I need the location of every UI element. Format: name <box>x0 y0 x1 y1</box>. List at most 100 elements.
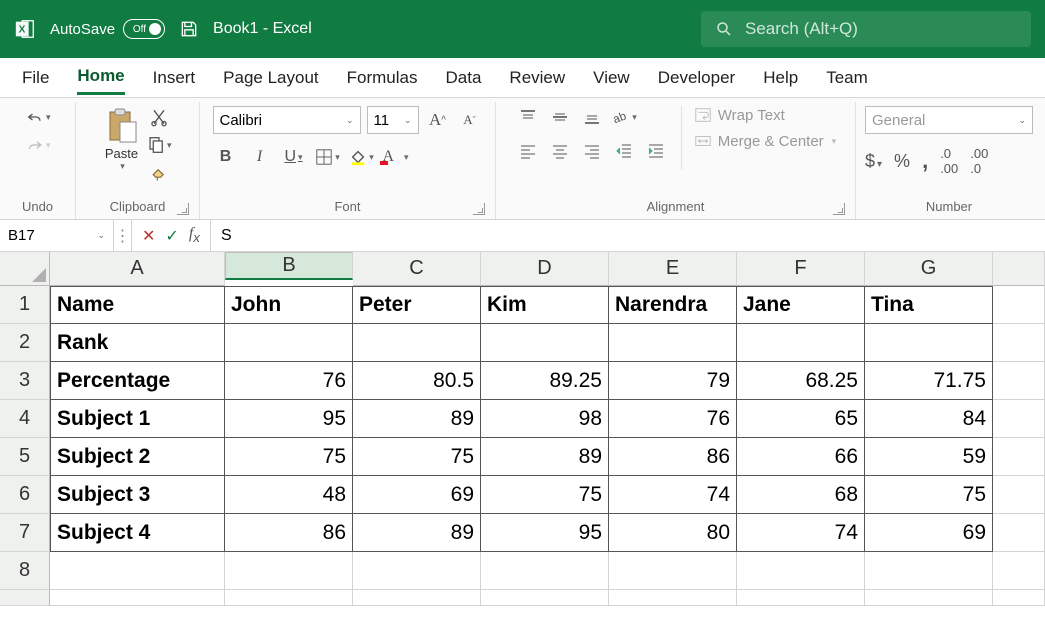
wrap-text-button[interactable]: Wrap Text <box>694 106 836 124</box>
paste-button[interactable]: Paste▾ <box>104 106 140 172</box>
font-size-select[interactable]: 11⌄ <box>367 106 419 134</box>
cell[interactable]: Rank <box>50 324 225 362</box>
cell[interactable] <box>481 552 609 590</box>
cell[interactable] <box>225 324 353 362</box>
italic-button[interactable]: I <box>247 146 273 168</box>
cell[interactable]: 80 <box>609 514 737 552</box>
cell[interactable]: 68 <box>737 476 865 514</box>
font-name-select[interactable]: Calibri⌄ <box>213 106 361 134</box>
tab-team[interactable]: Team <box>826 62 868 94</box>
increase-decimal-button[interactable]: .0.00 <box>940 146 958 176</box>
cell[interactable] <box>865 552 993 590</box>
tab-help[interactable]: Help <box>763 62 798 94</box>
cell[interactable]: 89 <box>353 400 481 438</box>
cell[interactable]: 74 <box>609 476 737 514</box>
cell[interactable]: Kim <box>481 286 609 324</box>
column-header-A[interactable]: A <box>50 252 225 286</box>
merge-center-button[interactable]: Merge & Center▾ <box>694 132 836 150</box>
cell[interactable] <box>865 324 993 362</box>
cell[interactable] <box>993 552 1045 590</box>
cell[interactable]: Subject 4 <box>50 514 225 552</box>
cell[interactable]: 95 <box>481 514 609 552</box>
align-top-button[interactable] <box>515 106 541 128</box>
cell[interactable] <box>993 476 1045 514</box>
cell[interactable]: 80.5 <box>353 362 481 400</box>
spreadsheet-grid[interactable]: 12345678 ABCDEFG NameJohnPeterKimNarendr… <box>0 252 1045 606</box>
cell[interactable] <box>865 590 993 606</box>
cell[interactable]: 76 <box>609 400 737 438</box>
cell[interactable]: 59 <box>865 438 993 476</box>
fx-icon[interactable]: fx <box>189 225 200 245</box>
row-header-4[interactable]: 4 <box>0 400 50 438</box>
decrease-decimal-button[interactable]: .00.0 <box>970 146 988 176</box>
cell[interactable] <box>609 590 737 606</box>
tab-view[interactable]: View <box>593 62 630 94</box>
increase-font-button[interactable]: A^ <box>425 109 451 131</box>
row-header-5[interactable]: 5 <box>0 438 50 476</box>
tab-formulas[interactable]: Formulas <box>347 62 418 94</box>
cell[interactable]: Subject 3 <box>50 476 225 514</box>
cell[interactable]: Narendra <box>609 286 737 324</box>
cell[interactable]: 48 <box>225 476 353 514</box>
cell[interactable]: 84 <box>865 400 993 438</box>
comma-button[interactable]: , <box>922 148 928 174</box>
cell[interactable]: 89 <box>481 438 609 476</box>
cell[interactable] <box>609 552 737 590</box>
number-format-select[interactable]: General⌄ <box>865 106 1033 134</box>
cell[interactable]: John <box>225 286 353 324</box>
cell[interactable]: Subject 1 <box>50 400 225 438</box>
bold-button[interactable]: B <box>213 146 239 168</box>
align-left-button[interactable] <box>515 140 541 162</box>
align-middle-button[interactable] <box>547 106 573 128</box>
border-button[interactable]: ▾ <box>315 146 341 168</box>
cell[interactable]: 89 <box>353 514 481 552</box>
select-all-corner[interactable] <box>0 252 50 286</box>
cell[interactable]: 75 <box>225 438 353 476</box>
cell[interactable] <box>737 552 865 590</box>
cell[interactable] <box>993 400 1045 438</box>
enter-formula-button[interactable]: ✓ <box>165 226 178 246</box>
save-icon[interactable] <box>179 19 199 39</box>
column-header-C[interactable]: C <box>353 252 481 286</box>
underline-button[interactable]: U▾ <box>281 146 307 168</box>
cell[interactable]: 98 <box>481 400 609 438</box>
copy-button[interactable]: ▾ <box>146 134 172 156</box>
cell[interactable]: 86 <box>609 438 737 476</box>
cell[interactable] <box>225 590 353 606</box>
cell[interactable]: Subject 2 <box>50 438 225 476</box>
column-header-h[interactable] <box>993 252 1045 286</box>
cut-button[interactable] <box>146 106 172 128</box>
tab-developer[interactable]: Developer <box>658 62 736 94</box>
align-bottom-button[interactable] <box>579 106 605 128</box>
cell[interactable] <box>993 362 1045 400</box>
font-dialog-launcher[interactable] <box>473 203 485 215</box>
row-header-2[interactable]: 2 <box>0 324 50 362</box>
search-input[interactable]: Search (Alt+Q) <box>701 11 1031 47</box>
cell[interactable]: 79 <box>609 362 737 400</box>
column-header-B[interactable]: B <box>225 252 353 280</box>
cell[interactable]: 68.25 <box>737 362 865 400</box>
cell[interactable] <box>481 324 609 362</box>
cell[interactable] <box>993 438 1045 476</box>
decrease-indent-button[interactable] <box>611 140 637 162</box>
cell[interactable] <box>353 590 481 606</box>
cell[interactable] <box>737 590 865 606</box>
tab-insert[interactable]: Insert <box>153 62 196 94</box>
cell[interactable]: 69 <box>353 476 481 514</box>
cell[interactable] <box>993 590 1045 606</box>
formula-input[interactable]: S <box>211 227 1045 245</box>
align-center-button[interactable] <box>547 140 573 162</box>
undo-button[interactable]: ▾ <box>25 106 51 128</box>
currency-button[interactable]: $▾ <box>865 151 882 172</box>
clipboard-dialog-launcher[interactable] <box>177 203 189 215</box>
cell[interactable] <box>609 324 737 362</box>
cell[interactable]: Jane <box>737 286 865 324</box>
cell[interactable]: 66 <box>737 438 865 476</box>
cell[interactable] <box>993 324 1045 362</box>
cell[interactable]: 75 <box>481 476 609 514</box>
column-header-G[interactable]: G <box>865 252 993 286</box>
tab-review[interactable]: Review <box>509 62 565 94</box>
cell[interactable]: 71.75 <box>865 362 993 400</box>
tab-home[interactable]: Home <box>77 60 124 95</box>
redo-button[interactable]: ▾ <box>25 134 51 156</box>
